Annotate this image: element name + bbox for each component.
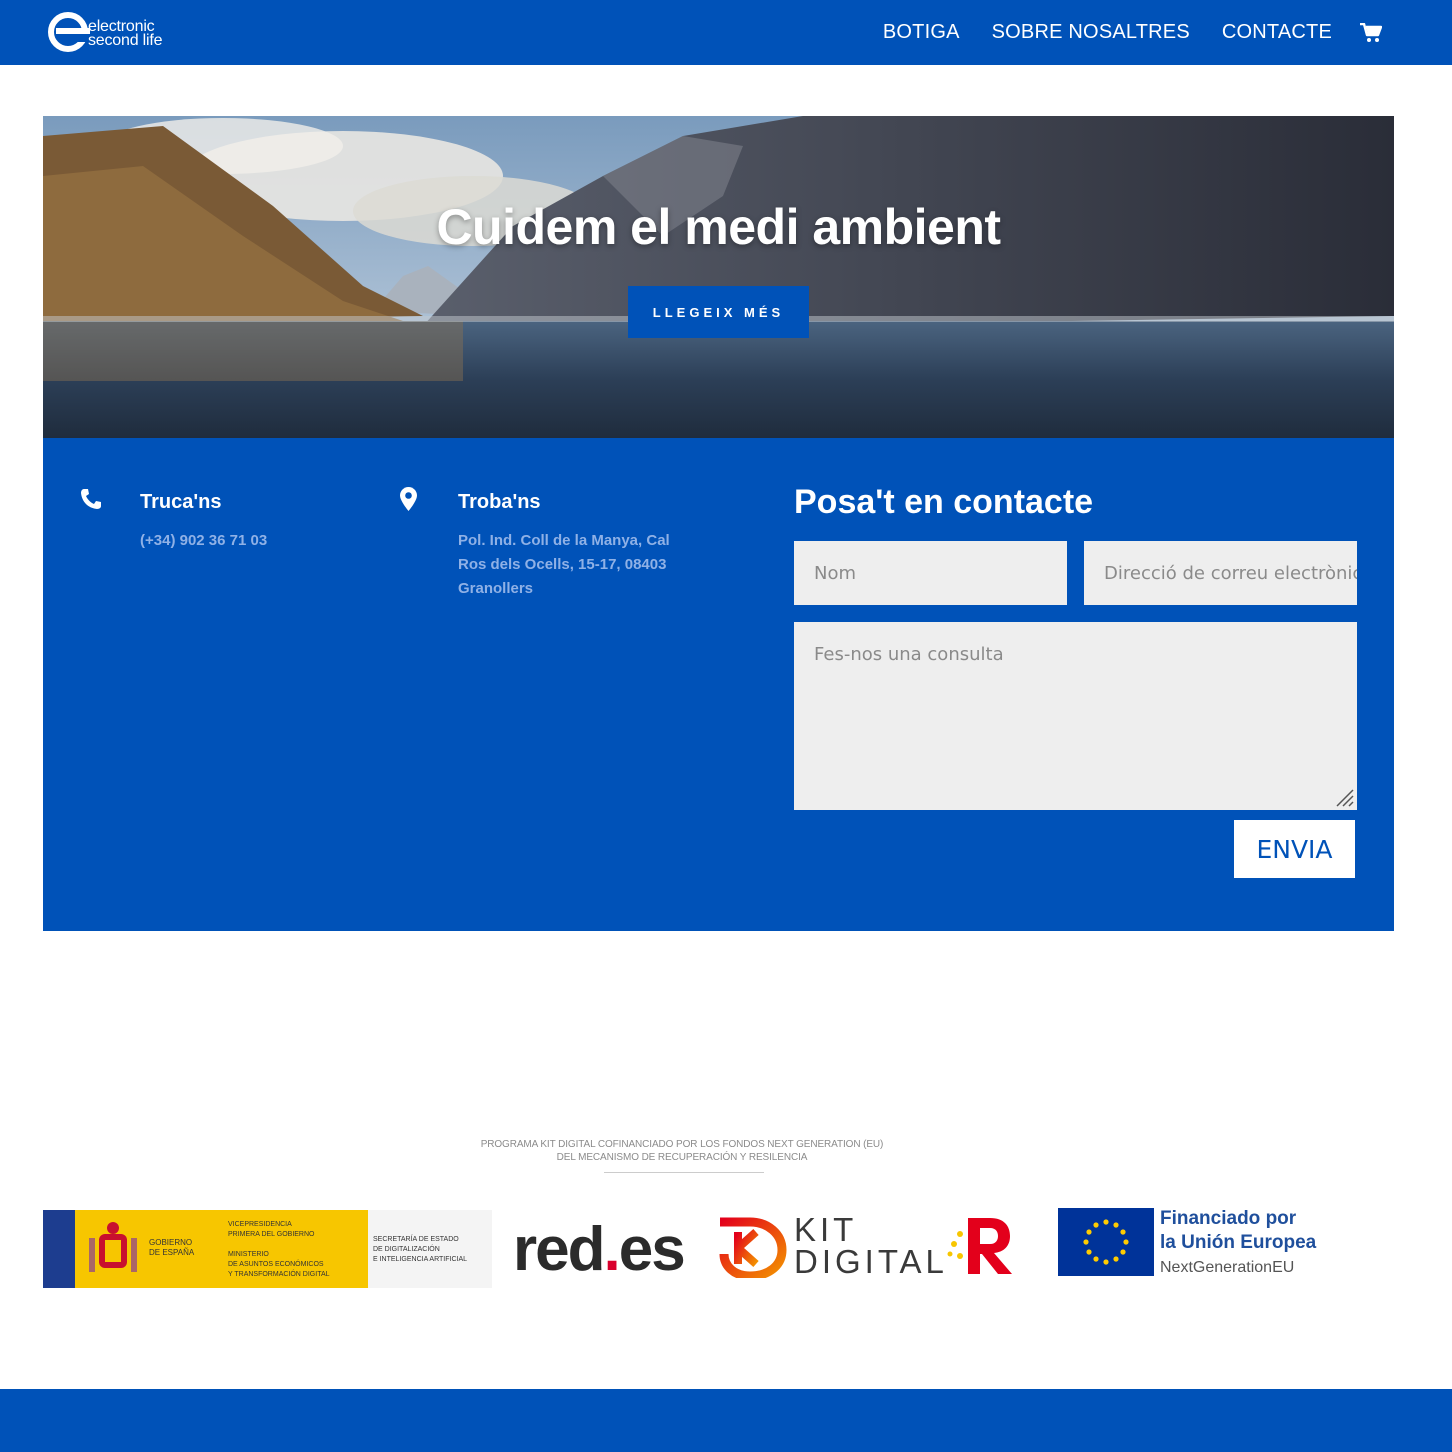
gobierno-espana-logo: GOBIERNO DE ESPAÑA VICEPRESIDENCIA PRIME… (43, 1210, 492, 1288)
contact-section: Truca'ns (+34) 902 36 71 03 Troba'ns Pol… (43, 438, 1394, 931)
hero-landscape-image (43, 116, 1394, 438)
gov-mid-3: MINISTERIO (228, 1251, 269, 1258)
gov-right-text: SECRETARÍA DE ESTADO DE DIGITALIZACIÓN E… (373, 1235, 467, 1265)
hero-title: Cuidem el medi ambient (436, 199, 1001, 255)
gov-right-1: SECRETARÍA DE ESTADO (373, 1236, 459, 1243)
location-pin-icon (400, 487, 417, 511)
gov-right-2: DE DIGITALIZACIÓN (373, 1246, 440, 1253)
nav-item-sobre-nosaltres[interactable]: SOBRE NOSALTRES (992, 21, 1190, 44)
send-button[interactable]: ENVIA (1234, 820, 1355, 878)
red-es-part-2: es (618, 1215, 686, 1284)
gov-left-2: DE ESPAÑA (149, 1248, 195, 1257)
site-logo[interactable]: electronic second life (48, 11, 178, 53)
site-footer (0, 1389, 1452, 1452)
phone-title: Truca'ns (140, 491, 222, 513)
phone-number[interactable]: (+34) 902 36 71 03 (140, 529, 267, 553)
address-line-1: Pol. Ind. Coll de la Manya, Cal (458, 532, 670, 549)
logo-text: electronic second life (88, 19, 163, 49)
name-input[interactable]: Nom (794, 541, 1067, 605)
gov-mid-5: Y TRANSFORMACIÓN DIGITAL (228, 1271, 330, 1278)
contact-form-title: Posa't en contacte (794, 483, 1094, 521)
top-navbar: electronic second life BOTIGA SOBRE NOSA… (0, 0, 1452, 65)
red-es-logo: red.es (513, 1214, 686, 1285)
eu-line-2: la Unión Europea (1160, 1232, 1317, 1253)
funding-line-2: DEL MECANISMO DE RECUPERACIÓN Y RESILENC… (556, 1152, 808, 1163)
plan-recuperacion-logo-icon (947, 1218, 1012, 1274)
gov-left-text: GOBIERNO DE ESPAÑA (149, 1238, 194, 1258)
message-textarea[interactable]: Fes-nos una consulta (794, 622, 1357, 810)
nav-item-botiga[interactable]: BOTIGA (883, 21, 960, 44)
address-line-2: Ros dels Ocells, 15-17, 08403 (458, 556, 667, 573)
logo-line-2: second life (88, 32, 163, 49)
gov-right-3: E INTELIGENCIA ARTIFICIAL (373, 1256, 468, 1263)
eu-line-1: Financiado por (1160, 1208, 1297, 1229)
name-placeholder: Nom (814, 562, 857, 584)
message-placeholder: Fes-nos una consulta (814, 644, 1004, 665)
read-more-button[interactable]: LLEGEIX MÉS (628, 286, 809, 338)
kit-line-2: DIGITAL (794, 1243, 948, 1280)
kit-digital-text: KIT DIGITAL (794, 1211, 948, 1280)
resize-handle-icon[interactable] (1335, 788, 1355, 808)
gov-mid-1: VICEPRESIDENCIA (228, 1221, 292, 1228)
red-es-dot: . (603, 1215, 620, 1284)
gov-mid-4: DE ASUNTOS ECONÓMICOS (228, 1261, 324, 1268)
address-text: Pol. Ind. Coll de la Manya, Cal Ros dels… (458, 529, 670, 601)
eu-line-3: NextGenerationEU (1160, 1259, 1295, 1276)
funding-divider (604, 1172, 764, 1173)
nav-item-contacte[interactable]: CONTACTE (1222, 21, 1332, 44)
gov-mid-2: PRIMERA DEL GOBIERNO (228, 1231, 315, 1238)
email-input[interactable]: Direcció de correu electrònic (1084, 541, 1357, 605)
address-title: Troba'ns (458, 491, 541, 513)
eu-stripe (43, 1210, 75, 1288)
logo-e-icon (48, 12, 90, 52)
eu-flag (1058, 1208, 1154, 1276)
hero-banner: Cuidem el medi ambient LLEGEIX MÉS (43, 116, 1394, 438)
gov-left-1: GOBIERNO (149, 1238, 193, 1247)
email-placeholder: Direcció de correu electrònic (1104, 562, 1357, 584)
funding-notice: PROGRAMA KIT DIGITAL COFINANCIADO POR LO… (460, 1138, 904, 1164)
kit-line-1: KIT (794, 1211, 858, 1248)
gov-mid-text: VICEPRESIDENCIA PRIMERA DEL GOBIERNO MIN… (228, 1220, 330, 1280)
shopping-cart-icon[interactable] (1360, 22, 1382, 43)
eu-funding-text: Financiado por la Unión Europea NextGene… (1160, 1207, 1316, 1281)
main-nav: BOTIGA SOBRE NOSALTRES CONTACTE (851, 0, 1382, 65)
address-line-3: Granollers (458, 580, 534, 597)
eu-stars-icon (1083, 1219, 1129, 1265)
red-es-part-1: red (513, 1215, 605, 1284)
coat-of-arms-icon (89, 1222, 137, 1272)
phone-icon (81, 489, 101, 509)
funding-line-1: PROGRAMA KIT DIGITAL COFINANCIADO POR LO… (480, 1139, 884, 1150)
